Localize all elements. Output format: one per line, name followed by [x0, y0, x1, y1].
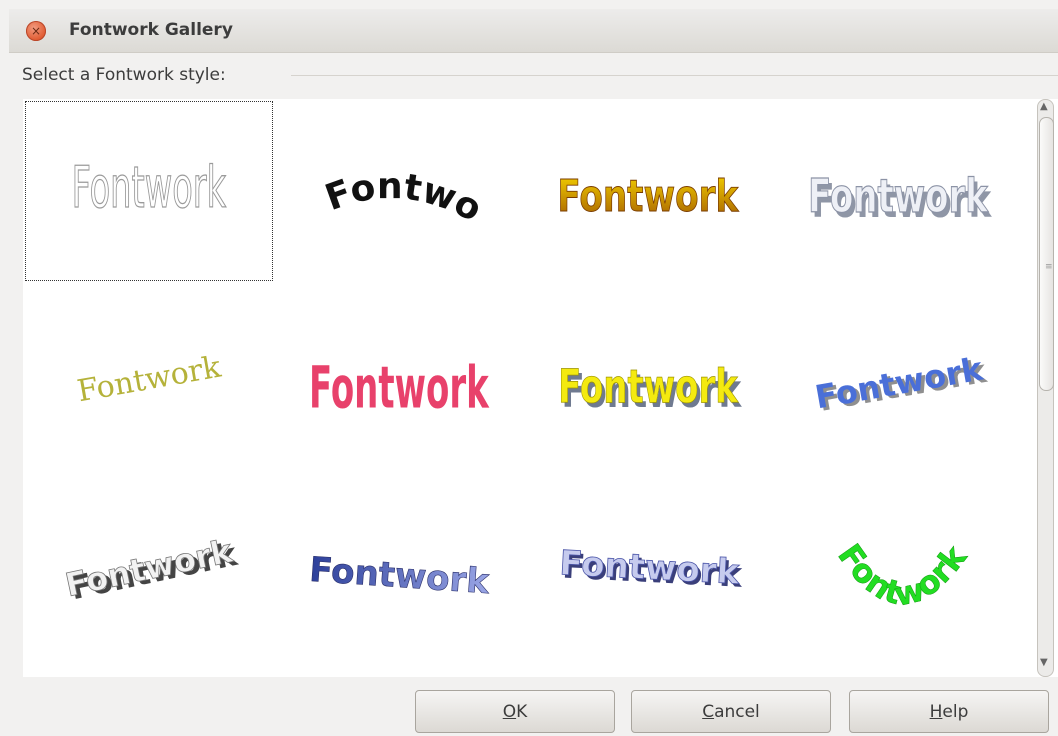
gallery-item-black-arch[interactable]: Fontwork: [267, 79, 523, 281]
gallery-item-blue-3d-wave[interactable]: Fontwork Fontwork: [525, 479, 773, 659]
fontwork-text: Fontwork: [72, 155, 227, 221]
fontwork-text: Fontwork: [830, 537, 974, 614]
gallery-item-silver-3d[interactable]: Fontwork Fontwork: [775, 101, 1023, 281]
help-button[interactable]: Help: [849, 690, 1049, 733]
gallery-item-olive-serif-slant[interactable]: Fontwork: [25, 289, 273, 469]
help-mnemonic: H: [929, 701, 943, 722]
fontwork-text: Fontwork: [557, 172, 739, 222]
gallery-item-outline-plain[interactable]: Fontwork: [25, 101, 273, 281]
vertical-scrollbar[interactable]: ▲ ≡ ▼: [1032, 99, 1058, 677]
gallery-item-blue-3d-rising[interactable]: Fontwork Fontwork: [775, 289, 1023, 469]
fontwork-text: Fontwork: [75, 350, 225, 410]
gallery-item-green-arc[interactable]: Fontwork: [775, 479, 1023, 659]
ok-button[interactable]: OK: [415, 690, 615, 733]
window-title: Fontwork Gallery: [69, 20, 233, 40]
fontwork-text: Fontwork: [808, 169, 989, 224]
cancel-button[interactable]: Cancel: [631, 690, 831, 733]
scroll-down-icon[interactable]: ▼: [1040, 657, 1048, 668]
ok-label: K: [516, 701, 528, 722]
title-bar: × Fontwork Gallery: [9, 9, 1058, 53]
gallery-item-pink-perspective[interactable]: Fontwork: [275, 289, 523, 469]
grip-icon: ≡: [1045, 262, 1053, 272]
fontwork-text: Fontwork: [62, 532, 236, 605]
scrollbar-thumb[interactable]: ≡: [1039, 117, 1054, 391]
frame-separator: [291, 75, 1058, 76]
fontwork-text: Fontwork: [267, 79, 488, 230]
dialog-window: × Fontwork Gallery Select a Fontwork sty…: [9, 9, 1058, 736]
scroll-up-icon[interactable]: ▲: [1040, 101, 1048, 112]
close-icon[interactable]: ×: [26, 21, 46, 41]
fontwork-gallery: Fontwork Fontwork Fontwork Fontwork Font…: [23, 79, 1058, 677]
gallery-item-yellow-3d[interactable]: Fontwork Fontwork: [525, 289, 773, 469]
cancel-mnemonic: C: [702, 701, 715, 722]
help-label: elp: [942, 701, 969, 722]
gallery-item-gold-condensed[interactable]: Fontwork: [525, 101, 773, 281]
fontwork-text: Fontwork: [308, 550, 492, 603]
gallery-item-grey-3d-wave[interactable]: Fontwork Fontwork: [25, 479, 273, 659]
fontwork-text: Fontwork: [558, 359, 739, 414]
fontwork-text: Fontwork: [309, 355, 490, 422]
fontwork-text: Fontwork: [812, 349, 986, 416]
gallery-item-blue-gradient[interactable]: Fontwork: [275, 479, 523, 659]
frame-label: Select a Fontwork style:: [22, 65, 226, 85]
ok-mnemonic: O: [502, 701, 517, 722]
cancel-label: ancel: [714, 701, 760, 722]
